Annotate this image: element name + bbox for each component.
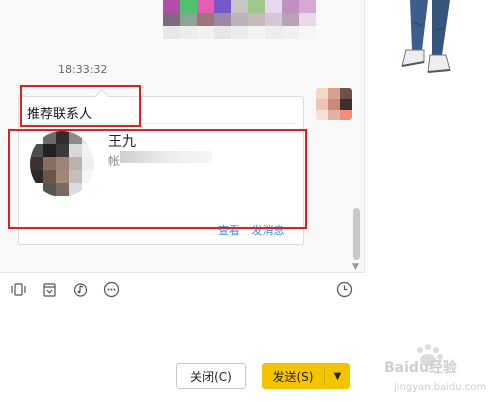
view-link[interactable]: 查看: [218, 224, 240, 237]
blurred-account-text: [120, 151, 212, 163]
watermark-url: jingyan.baidu.com: [393, 382, 486, 393]
clock-icon[interactable]: [336, 281, 353, 298]
card-title: 推荐联系人: [27, 107, 93, 122]
screenshot-icon[interactable]: [41, 281, 58, 298]
message-timestamp: 18:33:32: [58, 63, 108, 76]
scroll-down-icon[interactable]: ▼: [352, 262, 359, 272]
baidu-jingyan-watermark: Baidu经验 jingyan.baidu.com: [384, 344, 486, 393]
chevron-down-icon[interactable]: ▼: [325, 371, 350, 382]
contact-name: 王九: [108, 134, 136, 150]
contact-account: 帐: [108, 154, 121, 168]
music-icon[interactable]: [72, 281, 89, 298]
send-message-link[interactable]: 发消息: [252, 224, 285, 237]
chat-panel: 18:33:32 推荐联系人 王九 帐 查看 发消息 ▼ 关闭(C) 发送(S)…: [0, 0, 365, 402]
card-pointer: [94, 88, 110, 104]
more-icon[interactable]: [103, 281, 120, 298]
sender-avatar[interactable]: [316, 88, 352, 120]
contact-avatar[interactable]: [30, 131, 94, 197]
send-button-label: 发送(S): [272, 369, 314, 384]
input-toolbar: [10, 281, 120, 298]
send-button[interactable]: 发送(S) ▼: [262, 363, 350, 389]
blurred-image-message[interactable]: [163, 0, 316, 39]
shake-window-icon[interactable]: [10, 281, 27, 298]
cartoon-figure-image: [401, 0, 451, 73]
card-actions: 查看 发消息: [218, 222, 293, 238]
close-button[interactable]: 关闭(C): [176, 363, 246, 389]
scrollbar-thumb[interactable]: [353, 208, 360, 260]
watermark-text: Baidu经验: [384, 359, 458, 376]
card-divider: [27, 123, 295, 124]
